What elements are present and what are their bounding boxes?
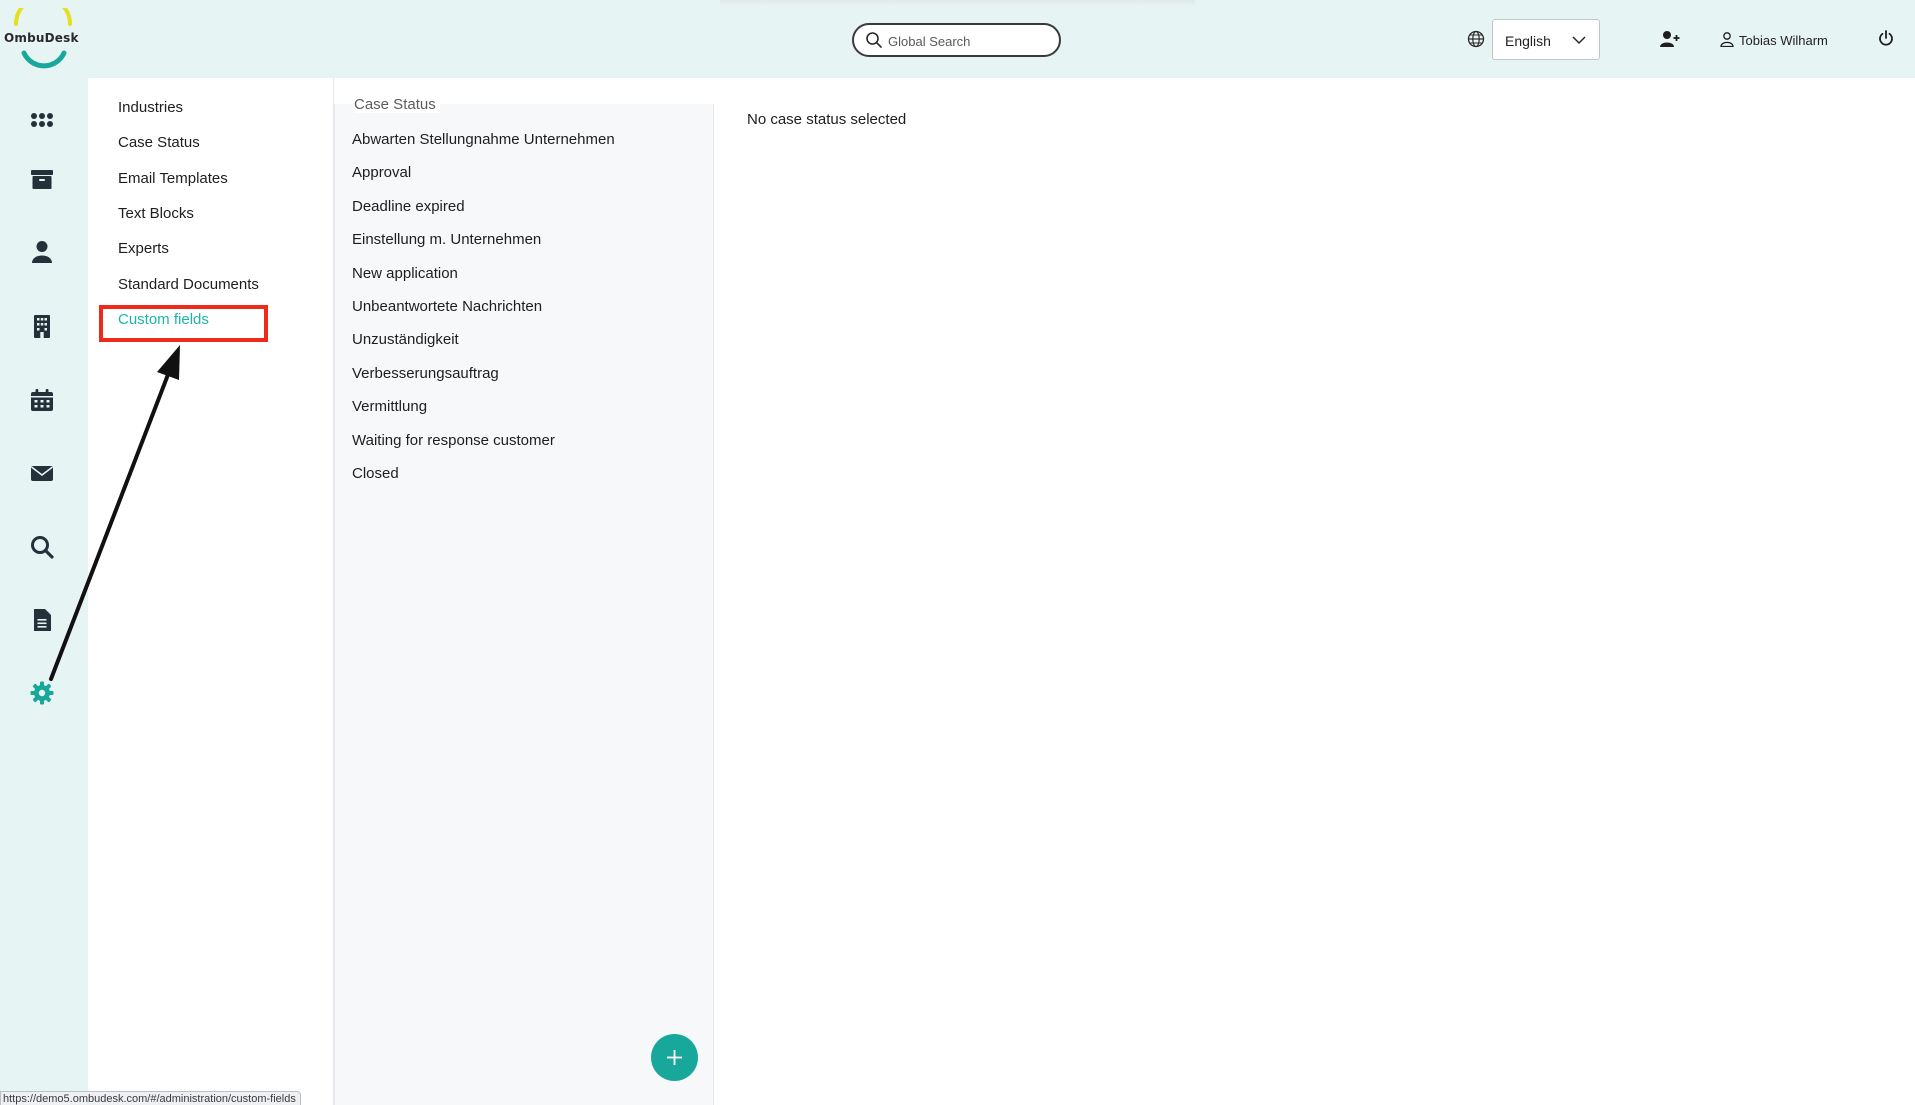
search-icon [866, 32, 882, 48]
plus-icon [667, 1050, 682, 1065]
language-label: English [1505, 33, 1551, 49]
add-user-icon[interactable] [1660, 30, 1680, 48]
apps-grid-icon[interactable] [28, 106, 56, 134]
status-item[interactable]: Closed [352, 465, 399, 482]
header-shadow [720, 0, 1195, 6]
person-icon[interactable] [28, 238, 56, 266]
settings-icon[interactable] [28, 679, 56, 707]
submenu-item-text-blocks[interactable]: Text Blocks [118, 205, 194, 222]
user-name: Tobias Wilharm [1739, 33, 1828, 48]
status-item[interactable]: Abwarten Stellungnahme Unternehmen [352, 131, 615, 148]
empty-state-message: No case status selected [747, 111, 907, 128]
status-item[interactable]: Waiting for response customer [352, 432, 555, 449]
chevron-down-icon [1572, 36, 1586, 45]
admin-submenu: Industries Case Status Email Templates T… [88, 78, 334, 1105]
submenu-item-case-status[interactable]: Case Status [118, 134, 200, 151]
status-item[interactable]: Einstellung m. Unternehmen [352, 231, 541, 248]
document-icon[interactable] [28, 606, 56, 634]
icon-rail [0, 78, 88, 1105]
submenu-item-email-templates[interactable]: Email Templates [118, 170, 228, 187]
calendar-icon[interactable] [28, 386, 56, 414]
user-icon [1720, 32, 1734, 47]
search-nav-icon[interactable] [28, 533, 56, 561]
submenu-item-industries[interactable]: Industries [118, 99, 183, 116]
top-bar: OmbuDesk English Tobias Wilharm [0, 0, 1915, 78]
highlight-box [99, 305, 268, 342]
mail-icon[interactable] [28, 459, 56, 487]
status-item[interactable]: Approval [352, 164, 411, 181]
case-status-list [334, 104, 714, 1105]
add-status-button[interactable] [651, 1034, 698, 1081]
globe-icon [1467, 30, 1485, 48]
search-input[interactable] [888, 31, 1053, 51]
status-item[interactable]: Deadline expired [352, 198, 465, 215]
status-item[interactable]: New application [352, 265, 458, 282]
building-icon[interactable] [28, 312, 56, 340]
logo[interactable]: OmbuDesk [4, 0, 84, 70]
archive-icon[interactable] [28, 165, 56, 193]
language-select[interactable]: English [1492, 19, 1600, 60]
status-item[interactable]: Unbeantwortete Nachrichten [352, 298, 542, 315]
status-item[interactable]: Vermittlung [352, 398, 427, 415]
global-search[interactable] [852, 23, 1061, 57]
status-item[interactable]: Unzuständigkeit [352, 331, 459, 348]
logo-text: OmbuDesk [4, 31, 79, 45]
status-item[interactable]: Verbesserungsauftrag [352, 365, 499, 382]
case-status-title: Case Status [354, 96, 440, 113]
status-url: https://demo5.ombudesk.com/#/administrat… [0, 1091, 301, 1105]
submenu-item-experts[interactable]: Experts [118, 240, 169, 257]
power-icon[interactable] [1878, 30, 1894, 46]
submenu-item-standard-documents[interactable]: Standard Documents [118, 276, 259, 293]
